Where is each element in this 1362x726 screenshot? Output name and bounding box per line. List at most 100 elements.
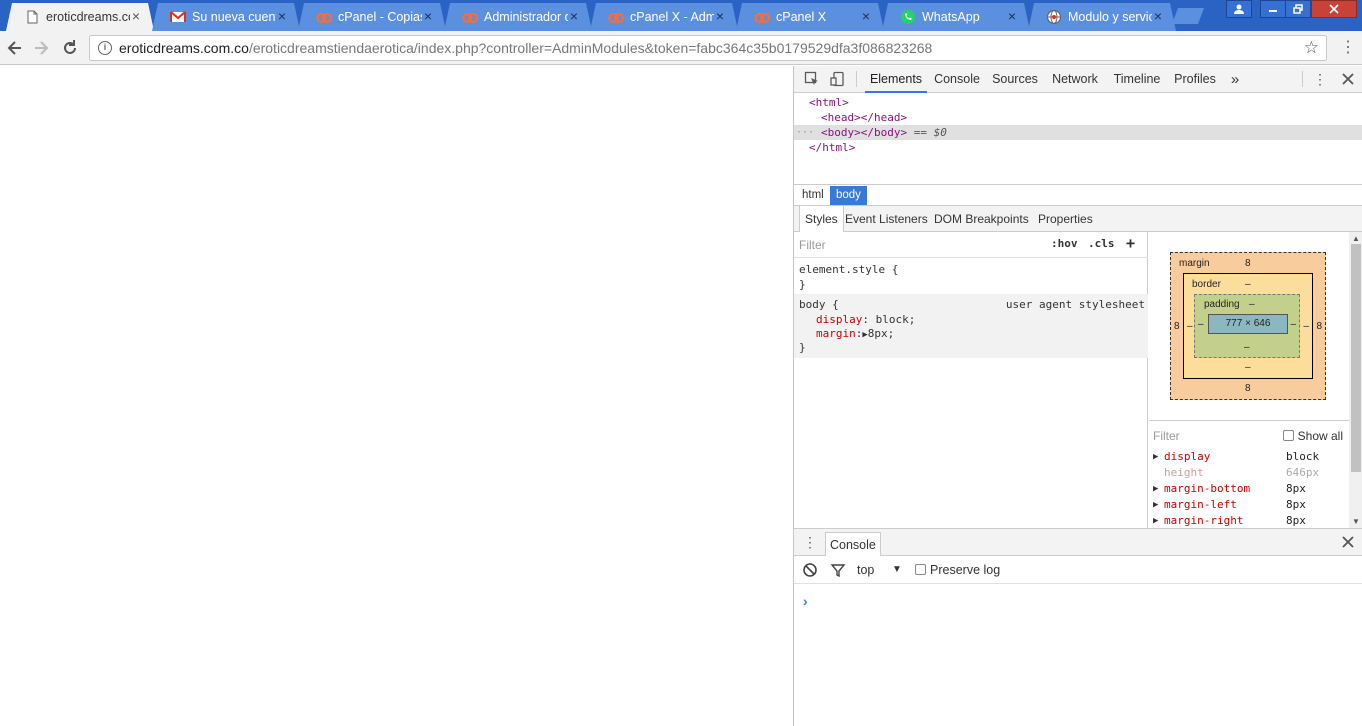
console-drawer: ⋮ Console top ▼ Preserve log › (794, 528, 1362, 726)
close-icon[interactable]: × (860, 10, 872, 22)
tab-dom-breakpoints[interactable]: DOM Breakpoints (929, 206, 1034, 232)
tab-administrador[interactable]: Administrador d × (444, 3, 592, 31)
close-icon (1329, 4, 1339, 14)
expand-arrow-icon[interactable]: ▶ (1153, 497, 1158, 513)
close-icon[interactable]: × (276, 10, 288, 22)
scroll-up-icon[interactable]: ▲ (1352, 234, 1360, 243)
computed-row[interactable]: ▶ margin-bottom 8px (1149, 481, 1349, 497)
browser-menu-icon[interactable]: ⋮ (1340, 37, 1356, 59)
selected-node-ref: == $0 (913, 126, 947, 139)
tab-gmail[interactable]: Su nueva cuenta × (152, 3, 300, 31)
close-icon[interactable]: × (714, 10, 726, 22)
computed-row[interactable]: ▶ display block (1149, 449, 1349, 465)
tab-event-listeners[interactable]: Event Listeners (840, 206, 933, 232)
computed-filter-input[interactable]: Filter (1153, 429, 1180, 443)
device-toolbar-icon[interactable] (830, 71, 846, 87)
dom-node-body[interactable]: ··· <body></body> == $0 (794, 125, 1362, 140)
computed-styles: Filter Show all ▶ display block height 646p… (1149, 420, 1349, 528)
add-rule-button[interactable]: + (1126, 234, 1135, 252)
close-icon[interactable]: × (1006, 10, 1018, 22)
new-tab-button[interactable] (1172, 8, 1206, 24)
tab-sources[interactable]: Sources (990, 66, 1040, 93)
window-close-button[interactable] (1311, 0, 1357, 18)
profile-button[interactable] (1226, 0, 1252, 18)
info-icon[interactable]: i (98, 41, 112, 55)
sidebar-scrollbar[interactable]: ▲ ▼ (1349, 232, 1362, 528)
tab-properties[interactable]: Properties (1033, 206, 1098, 232)
preserve-log-checkbox[interactable]: Preserve log (915, 563, 1000, 577)
checkbox-icon (1282, 430, 1294, 441)
breadcrumb-html[interactable]: html (796, 186, 830, 205)
gmail-icon (170, 9, 186, 25)
close-icon[interactable]: × (1152, 10, 1164, 22)
tab-eroticdreams[interactable]: eroticdreams.co × (6, 3, 154, 31)
close-devtools-icon[interactable] (1340, 71, 1356, 87)
tab-timeline[interactable]: Timeline (1111, 66, 1163, 93)
tab-cpanel-x-adm[interactable]: cPanel X - Adm × (590, 3, 738, 31)
rule-origin: user agent stylesheet (1005, 298, 1145, 311)
back-arrow-icon[interactable] (5, 38, 25, 58)
page-viewport (0, 66, 793, 726)
dom-node-html[interactable]: <html> (809, 95, 849, 110)
tab-console[interactable]: Console (932, 66, 982, 93)
maximize-button[interactable] (1285, 0, 1311, 18)
class-toggle[interactable]: .cls (1088, 237, 1115, 250)
element-style-rule[interactable]: element.style { } (794, 262, 1148, 292)
css-value[interactable]: 8px; (868, 327, 895, 340)
expand-arrow-icon[interactable]: ▶ (1153, 513, 1158, 529)
more-tabs-button[interactable]: » (1226, 66, 1244, 93)
context-dropdown-icon[interactable]: ▼ (892, 564, 902, 575)
styles-filter-input[interactable]: Filter (799, 238, 826, 252)
computed-row[interactable]: height 646px (1149, 465, 1349, 481)
address-bar[interactable]: i eroticdreams.com.co/eroticdreamstienda… (89, 35, 1327, 61)
close-icon[interactable]: × (422, 10, 434, 22)
context-selector[interactable]: top (857, 563, 874, 577)
scroll-down-icon[interactable]: ▼ (1352, 517, 1360, 526)
computed-row[interactable]: ▶ margin-left 8px (1149, 497, 1349, 513)
forward-arrow-icon[interactable] (31, 38, 51, 58)
tab-cpanel-copias[interactable]: cPanel - Copias × (298, 3, 446, 31)
body-user-agent-rule[interactable]: body { user agent stylesheet display: bl… (794, 294, 1148, 358)
css-property[interactable]: margin (816, 327, 856, 340)
hover-state-toggle[interactable]: :hov (1051, 237, 1078, 250)
tab-modulo[interactable]: Modulo y servic × (1028, 3, 1176, 31)
box-model-content: 777 × 646 (1208, 314, 1288, 334)
close-icon[interactable]: × (568, 10, 580, 22)
drawer-menu-icon[interactable]: ⋮ (802, 534, 818, 550)
console-prompt[interactable]: › (803, 593, 808, 609)
show-all-checkbox[interactable]: Show all (1282, 429, 1343, 443)
tab-elements[interactable]: Elements (865, 66, 927, 93)
clear-console-icon[interactable] (802, 562, 818, 578)
restore-icon (1293, 4, 1303, 14)
expand-arrow-icon[interactable]: ▶ (1153, 449, 1158, 465)
tab-profiles[interactable]: Profiles (1170, 66, 1220, 93)
css-property[interactable]: display (816, 313, 862, 326)
scrollbar-thumb[interactable] (1351, 244, 1361, 472)
url-path: /eroticdreamstiendaerotica/index.php?con… (248, 40, 933, 56)
close-icon[interactable]: × (130, 10, 142, 22)
devtools-tab-bar: Elements Console Sources Network Timelin… (794, 66, 1362, 93)
reload-icon[interactable] (60, 38, 80, 58)
devtools-menu-icon[interactable]: ⋮ (1312, 71, 1328, 87)
node-ellipsis[interactable]: ··· (796, 125, 814, 140)
inspect-element-icon[interactable] (804, 71, 820, 87)
dom-node-head[interactable]: <head></head> (821, 110, 907, 125)
cpanel-icon (754, 9, 770, 25)
minimize-button[interactable] (1260, 0, 1286, 18)
tab-network[interactable]: Network (1050, 66, 1100, 93)
tab-styles[interactable]: Styles (799, 206, 844, 232)
computed-row[interactable]: ▶ margin-right 8px (1149, 513, 1349, 529)
bookmark-star-icon[interactable]: ☆ (1304, 38, 1319, 58)
styles-pane: Filter :hov .cls + element.style { } bod… (794, 232, 1148, 528)
checkbox-icon (915, 564, 926, 575)
tab-console-drawer[interactable]: Console (825, 532, 881, 556)
breadcrumb-body[interactable]: body (830, 186, 867, 205)
expand-arrow-icon[interactable]: ▶ (1153, 481, 1158, 497)
css-value[interactable]: block; (876, 313, 916, 326)
close-drawer-icon[interactable] (1340, 534, 1356, 550)
filter-icon[interactable] (830, 562, 846, 578)
box-model-border: border – – – – padding – – – – 777 × 646 (1183, 273, 1313, 379)
dom-node-html-close[interactable]: </html> (809, 140, 855, 155)
tab-cpanel-x[interactable]: cPanel X × (736, 3, 884, 31)
tab-whatsapp[interactable]: WhatsApp × (882, 3, 1030, 31)
